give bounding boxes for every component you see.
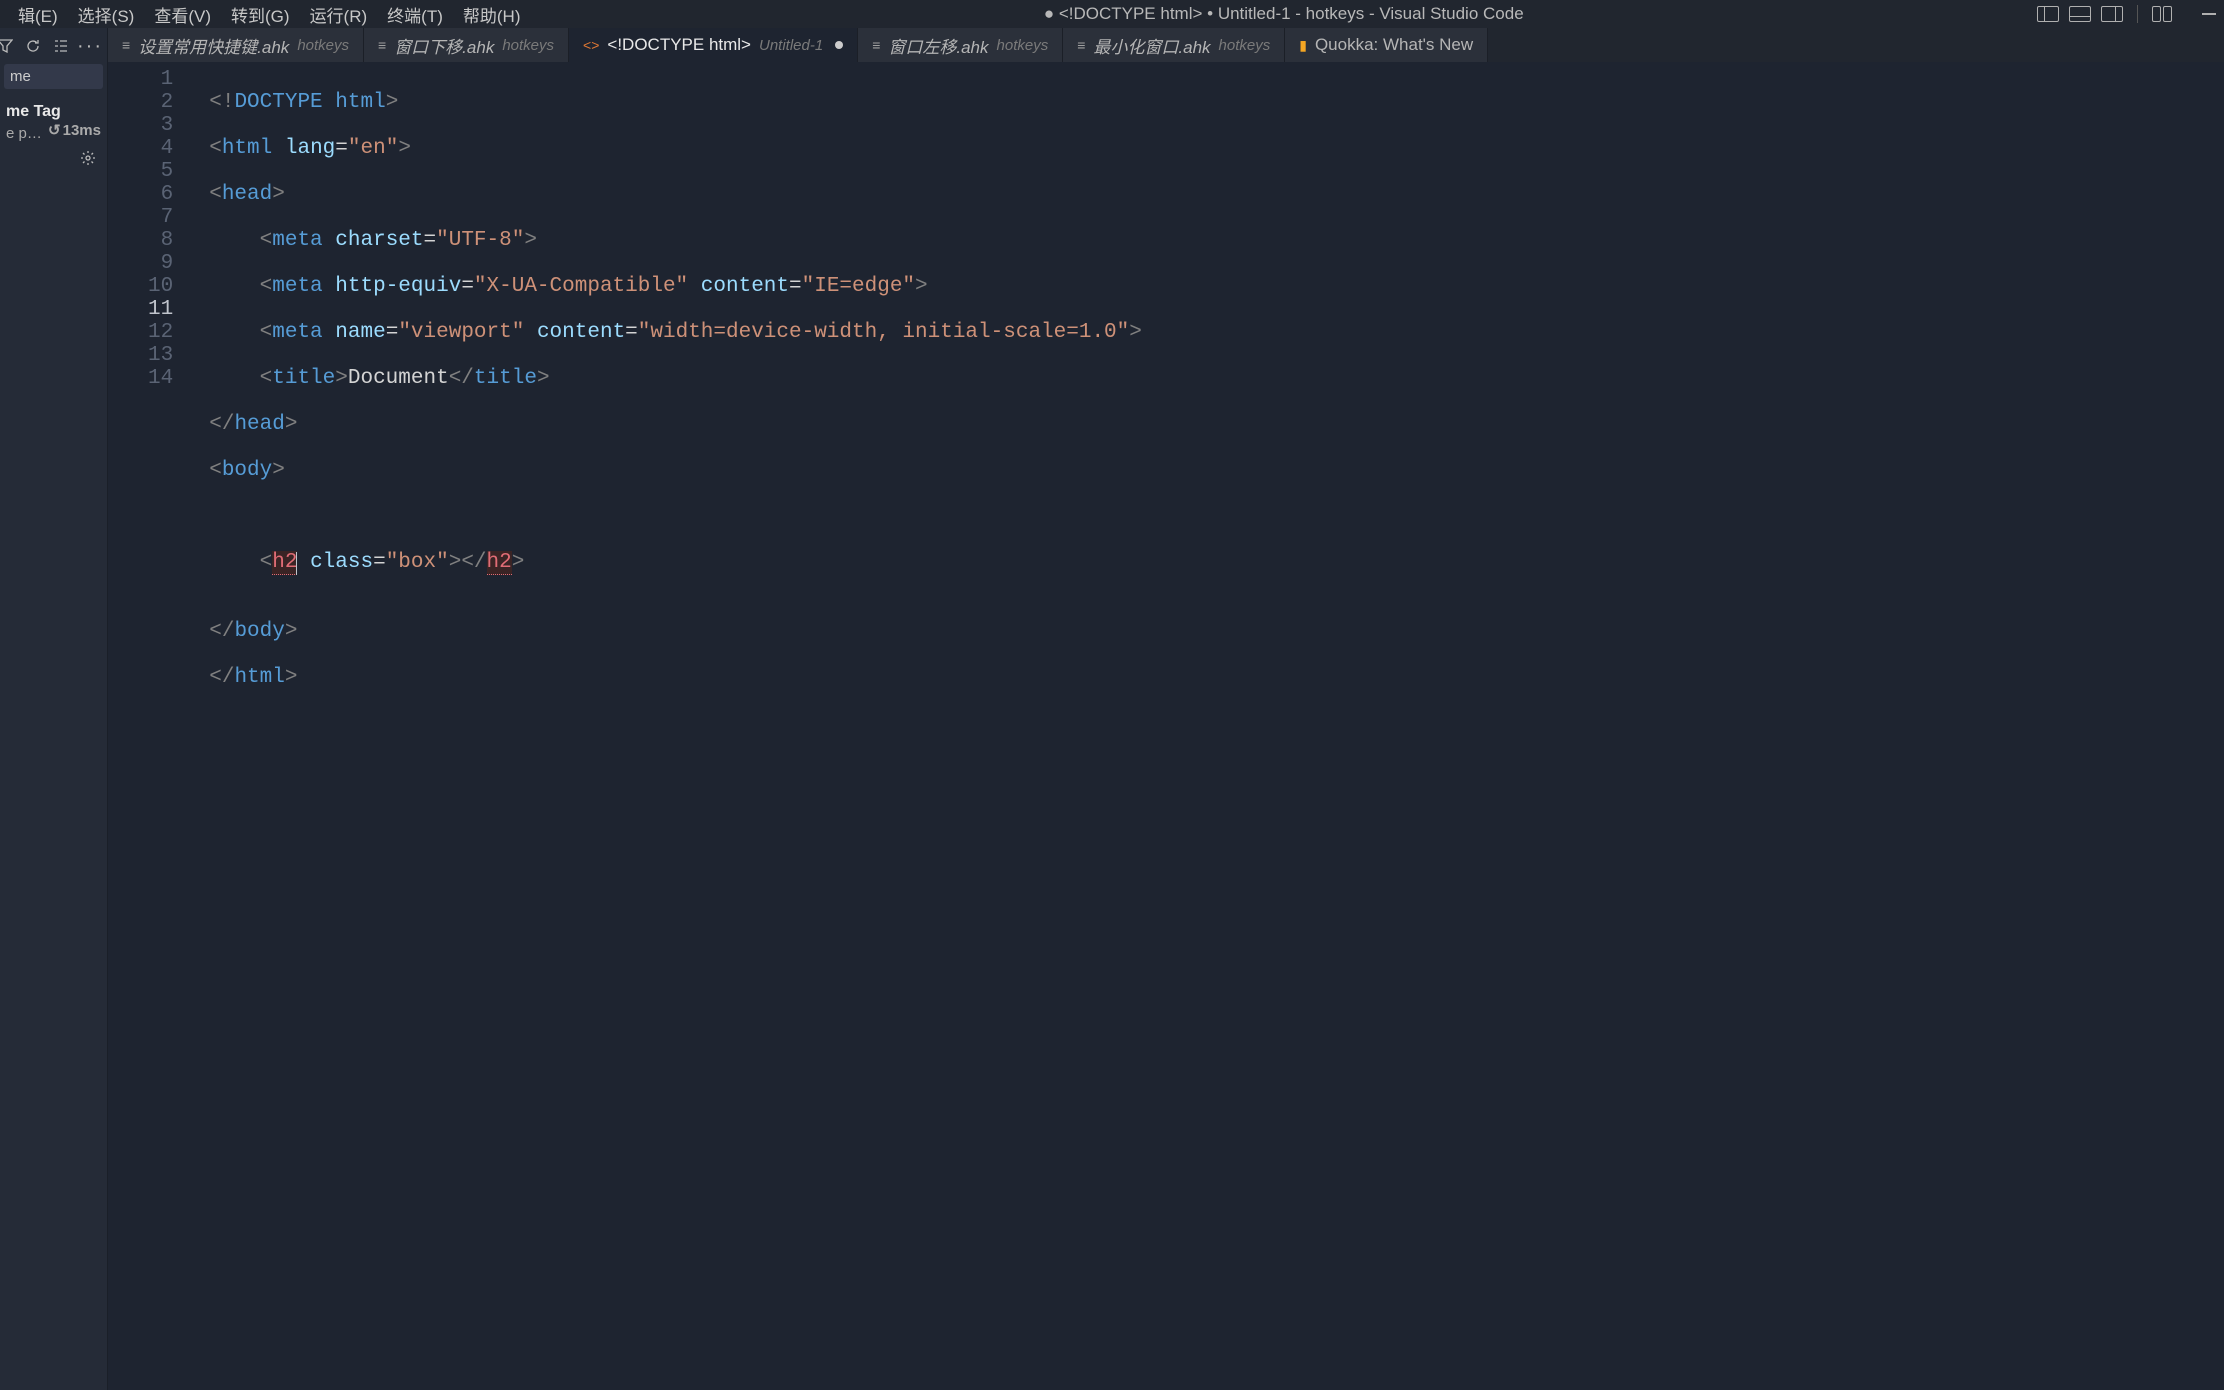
- menu-view[interactable]: 查看(V): [144, 0, 221, 30]
- code-content[interactable]: <!DOCTYPE html> <html lang="en"> <head> …: [191, 62, 1142, 1390]
- tab-label: Quokka: What's New: [1315, 35, 1473, 55]
- list-icon[interactable]: [53, 38, 69, 54]
- menu-run[interactable]: 运行(R): [300, 0, 378, 30]
- file-icon: ≡: [1077, 37, 1085, 53]
- search-result[interactable]: me Tag 13ms e paired HTML/X…: [0, 93, 107, 144]
- tab-bar: ≡ 设置常用快捷键.ahk hotkeys ≡ 窗口下移.ahk hotkeys…: [108, 28, 2224, 62]
- tab-file-5[interactable]: ≡ 最小化窗口.ahk hotkeys: [1063, 28, 1285, 62]
- tab-file-3[interactable]: <> <!DOCTYPE html> Untitled-1: [569, 28, 858, 62]
- tab-label: 最小化窗口.ahk: [1093, 33, 1210, 58]
- panel-toolbar: ···: [0, 32, 107, 60]
- tab-file-1[interactable]: ≡ 设置常用快捷键.ahk hotkeys: [108, 28, 364, 62]
- quokka-icon: ▮: [1299, 37, 1307, 54]
- layout-controls: [2037, 5, 2216, 23]
- text-cursor: [296, 552, 297, 575]
- gear-icon[interactable]: [79, 150, 97, 166]
- menu-bar: 辑(E) 选择(S) 查看(V) 转到(G) 运行(R) 终端(T) 帮助(H): [8, 0, 531, 30]
- menu-edit[interactable]: 辑(E): [8, 0, 68, 30]
- menu-help[interactable]: 帮助(H): [453, 0, 531, 30]
- result-title: me Tag: [6, 103, 61, 120]
- tab-file-4[interactable]: ≡ 窗口左移.ahk hotkeys: [858, 28, 1063, 62]
- tab-hint: hotkeys: [1219, 37, 1271, 54]
- file-icon: ≡: [122, 37, 130, 53]
- window-minimize-icon[interactable]: [2202, 13, 2216, 15]
- tab-hint: hotkeys: [297, 37, 349, 54]
- code-editor[interactable]: 1 2 3 4 5 6 7 8 9 10 11 12 13 14 <!DOCTY…: [108, 62, 2224, 1390]
- tab-label: 窗口左移.ahk: [888, 33, 988, 58]
- tab-label: 设置常用快捷键.ahk: [138, 33, 289, 58]
- tab-quokka[interactable]: ▮ Quokka: What's New: [1285, 28, 1488, 62]
- line-gutter: 1 2 3 4 5 6 7 8 9 10 11 12 13 14: [108, 62, 191, 1390]
- toggle-primary-sidebar-icon[interactable]: [2037, 6, 2059, 22]
- layout-divider: [2137, 5, 2138, 23]
- tab-hint: hotkeys: [997, 37, 1049, 54]
- refresh-icon[interactable]: [25, 38, 41, 54]
- window-title: ● <!DOCTYPE html> • Untitled-1 - hotkeys…: [531, 4, 2038, 24]
- result-time: 13ms: [48, 121, 101, 139]
- toggle-panel-icon[interactable]: [2069, 6, 2091, 22]
- filter-icon[interactable]: [0, 38, 13, 54]
- html-icon: <>: [583, 37, 599, 53]
- menu-terminal[interactable]: 终端(T): [377, 0, 453, 30]
- result-description: e paired HTML/X…: [2, 123, 48, 144]
- more-icon[interactable]: ···: [81, 38, 99, 54]
- tab-file-2[interactable]: ≡ 窗口下移.ahk hotkeys: [364, 28, 569, 62]
- toggle-secondary-sidebar-icon[interactable]: [2101, 6, 2123, 22]
- file-icon: ≡: [872, 37, 880, 53]
- menu-selection[interactable]: 选择(S): [68, 0, 145, 30]
- menu-goto[interactable]: 转到(G): [221, 0, 300, 30]
- side-panel: ··· me Tag 13ms e paired HTML/X…: [0, 28, 108, 1390]
- editor-area: ≡ 设置常用快捷键.ahk hotkeys ≡ 窗口下移.ahk hotkeys…: [108, 28, 2224, 1390]
- title-bar: 辑(E) 选择(S) 查看(V) 转到(G) 运行(R) 终端(T) 帮助(H)…: [0, 0, 2224, 28]
- tab-hint: Untitled-1: [759, 37, 823, 54]
- dirty-indicator-icon: [835, 41, 843, 49]
- search-input[interactable]: [4, 64, 103, 89]
- customize-layout-icon[interactable]: [2152, 6, 2174, 22]
- tab-hint: hotkeys: [502, 37, 554, 54]
- tab-label: 窗口下移.ahk: [394, 33, 494, 58]
- tab-label: <!DOCTYPE html>: [607, 35, 751, 55]
- file-icon: ≡: [378, 37, 386, 53]
